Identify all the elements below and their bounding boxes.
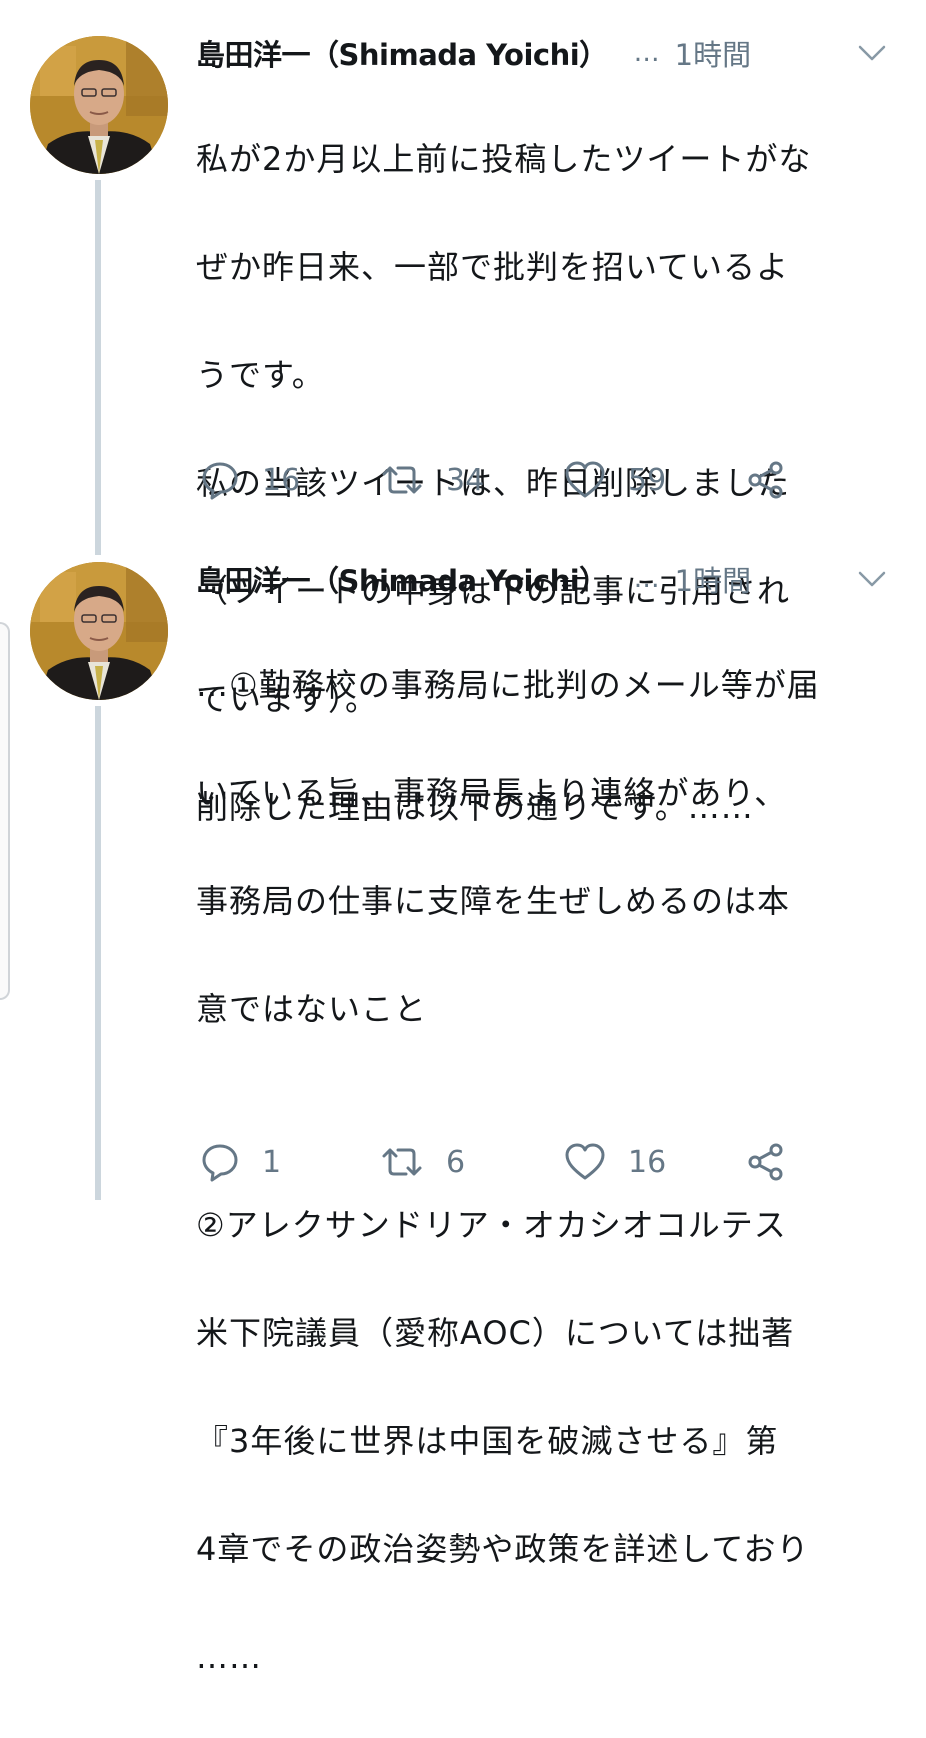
- tweet-text-line: ぜか昨日来、一部で批判を招いているよ: [196, 248, 790, 286]
- reply-button[interactable]: 16: [200, 455, 300, 505]
- share-icon: [748, 461, 783, 499]
- tweet-text-line: 私が2か月以上前に投稿したツイートがな: [196, 140, 812, 178]
- thread-connector-line: [95, 706, 101, 1200]
- scrollbar[interactable]: [0, 622, 10, 1000]
- tweet-text-line: [196, 1090, 896, 1144]
- more-indicator: …: [633, 564, 661, 594]
- heart-icon: [565, 1143, 605, 1180]
- tweet-header: 島田洋一（Shimada Yoichi） … 1時間: [196, 28, 896, 78]
- author-name[interactable]: 島田洋一（Shimada Yoichi）: [196, 558, 608, 600]
- reply-icon: [202, 462, 238, 500]
- tweet-text-line: 4章でその政治姿勢や政策を詳述しており: [196, 1530, 810, 1568]
- avatar[interactable]: [30, 36, 168, 174]
- tweet-text-line: 『3年後に世界は中国を破滅させる』第: [196, 1422, 779, 1460]
- reply-button[interactable]: 1: [200, 1137, 281, 1187]
- reply-count: 1: [262, 1144, 282, 1180]
- avatar[interactable]: [30, 562, 168, 700]
- tweet-actions: 1 6 16: [196, 1137, 896, 1187]
- retweet-icon: [382, 466, 422, 494]
- like-button[interactable]: 16: [564, 1137, 666, 1187]
- tweet-text-line: 意ではないこと: [196, 990, 428, 1028]
- tweet-header: 島田洋一（Shimada Yoichi） … 1時間: [196, 554, 896, 604]
- retweet-button[interactable]: 6: [380, 1137, 465, 1187]
- retweet-icon: [382, 1148, 422, 1176]
- tweet-text-line: …①勤務校の事務局に批判のメール等が届: [196, 666, 820, 704]
- tweet-text-line: ②アレクサンドリア・オカシオコルテス: [196, 1206, 787, 1244]
- reply-icon: [202, 1144, 238, 1182]
- retweet-count: 6: [446, 1144, 466, 1180]
- chevron-down-icon[interactable]: [856, 38, 888, 68]
- tweet-text-line: ……: [196, 1638, 262, 1676]
- like-count: 59: [628, 462, 667, 498]
- reply-count: 16: [262, 462, 301, 498]
- share-button[interactable]: [746, 1137, 786, 1187]
- tweet-text-line: 事務局の仕事に支障を生ぜしめるのは本: [196, 882, 791, 920]
- more-indicator: …: [633, 38, 661, 68]
- like-button[interactable]: 59: [564, 455, 666, 505]
- profile-photo-icon: [30, 36, 168, 174]
- profile-photo-icon: [30, 562, 168, 700]
- tweet-actions: 16 34 59: [196, 455, 896, 505]
- share-button[interactable]: [746, 455, 786, 505]
- share-icon: [748, 1143, 783, 1181]
- tweet-text-line: うです。: [196, 356, 325, 394]
- tweet-text-line: 米下院議員（愛称AOC）については拙著: [196, 1314, 795, 1352]
- author-name[interactable]: 島田洋一（Shimada Yoichi）: [196, 32, 608, 74]
- like-count: 16: [628, 1144, 667, 1180]
- timestamp[interactable]: 1時間: [675, 558, 751, 600]
- tweet-text-line: いている旨、事務局長より連絡があり、: [196, 774, 788, 812]
- retweet-button[interactable]: 34: [380, 455, 484, 505]
- heart-icon: [565, 461, 605, 498]
- timestamp[interactable]: 1時間: [675, 32, 751, 74]
- retweet-count: 34: [446, 462, 485, 498]
- thread-connector-line: [95, 180, 101, 555]
- chevron-down-icon[interactable]: [856, 564, 888, 594]
